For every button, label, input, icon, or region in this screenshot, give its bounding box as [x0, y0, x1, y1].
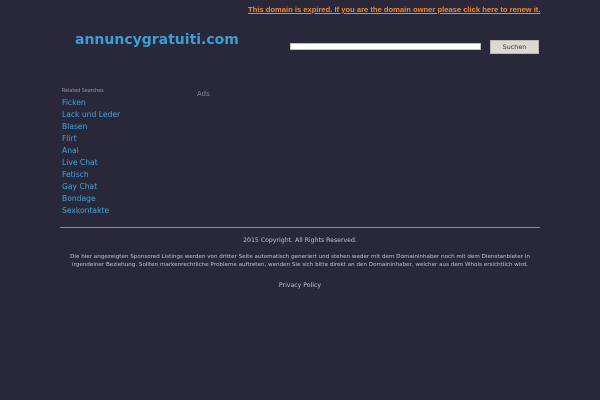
- search-input[interactable]: [290, 43, 481, 50]
- related-search-link[interactable]: Anal: [62, 145, 120, 157]
- related-search-link[interactable]: Lack und Leder: [62, 109, 120, 121]
- copyright-text: 2015 Copyright. All Rights Reserved.: [243, 237, 357, 244]
- disclaimer-text: Die hier angezeigten Sponsored Listings …: [70, 254, 530, 269]
- related-searches-list: Ficken Lack und Leder Blasen Flirt Anal …: [62, 97, 120, 217]
- related-search-link[interactable]: Fetisch: [62, 169, 120, 181]
- related-search-link[interactable]: Gay Chat: [62, 181, 120, 193]
- renew-domain-link[interactable]: This domain is expired. If you are the d…: [248, 5, 540, 14]
- privacy-policy-link[interactable]: Privacy Policy: [60, 282, 540, 289]
- ads-label: Ads: [197, 90, 210, 98]
- related-search-link[interactable]: Flirt: [62, 133, 120, 145]
- footer-divider: [60, 227, 540, 228]
- related-search-link[interactable]: Sexkontakte: [62, 205, 120, 217]
- related-search-link[interactable]: Blasen: [62, 121, 120, 133]
- domain-title: annuncygratuiti.com: [75, 32, 239, 48]
- related-search-link[interactable]: Bondage: [62, 193, 120, 205]
- parked-domain-page: This domain is expired. If you are the d…: [0, 0, 600, 400]
- related-searches-heading: Related Searches: [62, 89, 104, 94]
- search-button[interactable]: Suchen: [490, 40, 539, 54]
- related-search-link[interactable]: Ficken: [62, 97, 120, 109]
- related-search-link[interactable]: Live Chat: [62, 157, 120, 169]
